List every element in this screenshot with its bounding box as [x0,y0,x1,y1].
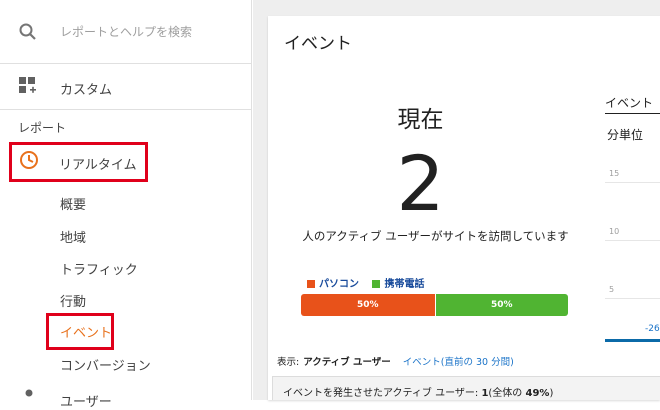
panel-subtitle: 分単位 [607,128,644,142]
sidebar-item-events[interactable]: イベント [60,322,112,341]
active-users-description: 人のアクティブ ユーザーがサイトを訪問しています [302,229,569,243]
panel-divider [605,113,660,114]
sidebar-item-traffic[interactable]: トラフィック [60,259,138,278]
legend-swatch [372,280,381,288]
sidebar-item-location[interactable]: 地域 [60,227,86,246]
sidebar-item-label[interactable]: カスタム [60,79,112,98]
y-tick-label: 5 [609,285,615,294]
sidebar-item-overview[interactable]: 概要 [60,194,86,213]
clock-icon [19,150,39,170]
chart-baseline [605,339,660,342]
grid-line [605,182,660,183]
grid-line [605,240,660,241]
main-content: イベント 現在 2 人のアクティブ ユーザーがサイトを訪問しています パソコン … [253,0,660,400]
grid-line [605,298,660,299]
legend-item-desktop: パソコン [307,279,359,290]
per-minute-panel: イベント 分単位 15 10 5 -26 [605,16,660,400]
y-tick-label: 10 [609,227,620,236]
panel-title: イベント [605,96,654,110]
sidebar-item-conversions[interactable]: コンバージョン [60,355,151,374]
search-bar [0,0,252,64]
sidebar-item-behavior[interactable]: 行動 [60,291,86,310]
events-summary-bar: イベントを発生させたアクティブ ユーザー: 1(全体の 49%) [272,376,660,400]
sidebar-item-audience[interactable]: ユーザー [60,391,112,410]
summary-text: イベントを発生させたアクティブ ユーザー: [283,388,482,399]
x-axis-label: -26 [645,324,660,334]
sidebar: カスタム レポート リアルタイム 概要 地域 トラフィック 行動 イベント コン… [0,0,252,410]
view-prefix-label: 表示: [277,357,300,368]
legend-item-mobile: 携帯電話 [372,279,424,290]
now-label: 現在 [397,107,444,133]
legend-swatch [307,280,315,288]
active-user-count: 2 [396,139,445,228]
y-tick-label: 15 [609,169,620,178]
custom-dashboard-icon [19,77,37,95]
search-input[interactable] [60,22,240,42]
device-split-bar: 50% 50% [301,294,568,316]
legend-label: 携帯電話 [384,279,425,290]
view-tab-events[interactable]: イベント(直前の 30 分間) [403,357,514,368]
view-tab-active-users[interactable]: アクティブ ユーザー [303,357,391,368]
sidebar-item-realtime[interactable]: リアルタイム [59,154,137,173]
legend-label: パソコン [319,279,359,290]
device-legend: パソコン 携帯電話 [307,275,434,290]
summary-paren-open: (全体の [488,388,526,399]
page-title: イベント [284,34,352,54]
summary-percent: 49% [525,388,550,399]
reports-section-label: レポート [18,121,67,135]
summary-paren-close: ) [549,388,554,399]
search-icon[interactable] [18,22,38,42]
realtime-events-card: イベント 現在 2 人のアクティブ ユーザーがサイトを訪問しています パソコン … [268,16,660,400]
bar-segment-desktop: 50% [301,294,435,316]
bar-segment-mobile: 50% [434,294,568,316]
view-selector: 表示: アクティブ ユーザー イベント(直前の 30 分間) [277,354,514,368]
sidebar-item-custom[interactable] [0,64,252,110]
